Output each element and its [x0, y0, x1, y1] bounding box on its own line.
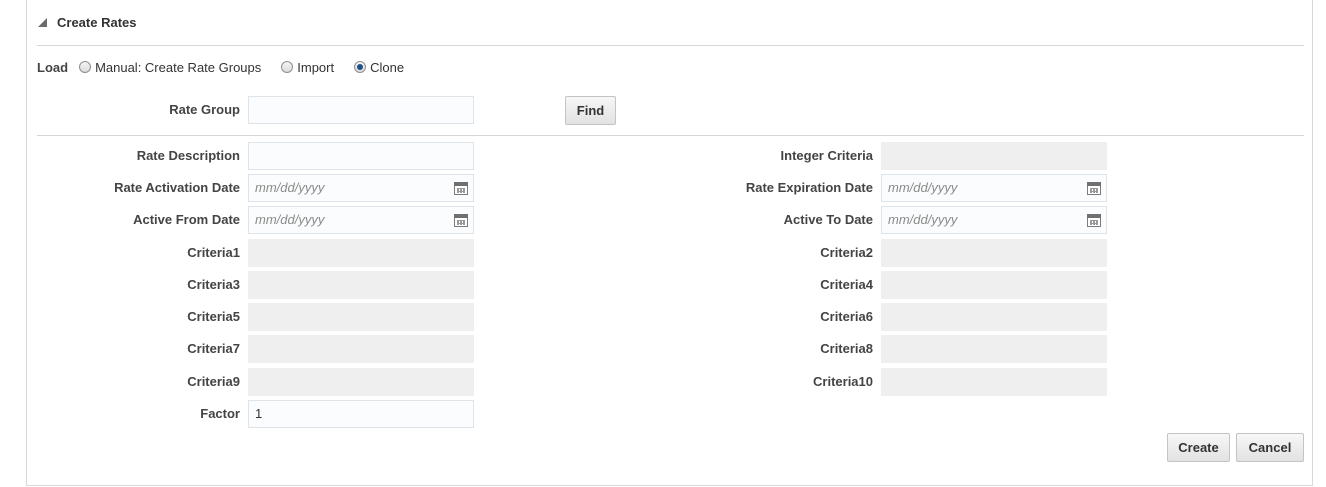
criteria1-field — [248, 239, 474, 267]
integer-criteria-field — [881, 142, 1107, 170]
active-to-date-label: Active To Date — [783, 212, 873, 227]
criteria1-label: Criteria1 — [187, 245, 240, 260]
date-placeholder: mm/dd/yyyy — [255, 212, 325, 227]
calendar-icon[interactable] — [454, 182, 468, 195]
calendar-icon[interactable] — [1087, 182, 1101, 195]
criteria4-field — [881, 271, 1107, 299]
rate-group-label: Rate Group — [169, 102, 240, 117]
criteria8-label: Criteria8 — [820, 341, 873, 356]
criteria9-label: Criteria9 — [187, 374, 240, 389]
criteria7-label: Criteria7 — [187, 341, 240, 356]
load-label: Load — [37, 59, 69, 75]
criteria3-label: Criteria3 — [187, 277, 240, 292]
criteria7-field — [248, 335, 474, 363]
rate-expiration-date-label: Rate Expiration Date — [745, 180, 873, 195]
active-from-date-input[interactable]: mm/dd/yyyy — [248, 206, 474, 234]
criteria4-label: Criteria4 — [820, 277, 873, 292]
calendar-icon[interactable] — [1087, 214, 1101, 227]
radio-manual-button[interactable] — [79, 61, 92, 73]
collapse-triangle-icon[interactable] — [38, 18, 47, 27]
radio-import-label: Import — [297, 59, 335, 75]
find-button[interactable]: Find — [565, 96, 616, 125]
radio-clone-button[interactable] — [354, 61, 367, 73]
date-placeholder: mm/dd/yyyy — [255, 180, 325, 195]
criteria5-field — [248, 303, 474, 331]
radio-import[interactable]: Import — [281, 60, 334, 75]
section-title: Create Rates — [57, 14, 137, 30]
criteria2-field — [881, 239, 1107, 267]
criteria6-field — [881, 303, 1107, 331]
rate-expiration-date-input[interactable]: mm/dd/yyyy — [881, 174, 1107, 202]
criteria5-label: Criteria5 — [187, 309, 240, 324]
cancel-button[interactable]: Cancel — [1236, 433, 1304, 462]
integer-criteria-label: Integer Criteria — [780, 148, 873, 163]
radio-import-button[interactable] — [281, 61, 294, 73]
radio-clone[interactable]: Clone — [354, 60, 404, 75]
divider — [37, 45, 1304, 46]
criteria3-field — [248, 271, 474, 299]
rate-activation-date-input[interactable]: mm/dd/yyyy — [248, 174, 474, 202]
radio-manual-label: Manual: Create Rate Groups — [95, 59, 262, 75]
factor-input[interactable]: 1 — [248, 400, 474, 428]
date-placeholder: mm/dd/yyyy — [888, 180, 958, 195]
create-button[interactable]: Create — [1167, 433, 1230, 462]
active-from-date-label: Active From Date — [133, 212, 240, 227]
criteria10-field — [881, 368, 1107, 396]
criteria10-label: Criteria10 — [813, 374, 873, 389]
divider — [37, 135, 1304, 136]
radio-clone-label: Clone — [370, 59, 405, 75]
factor-label: Factor — [200, 406, 240, 421]
calendar-icon[interactable] — [454, 214, 468, 227]
date-placeholder: mm/dd/yyyy — [888, 212, 958, 227]
radio-manual[interactable]: Manual: Create Rate Groups — [79, 60, 261, 75]
rate-description-label: Rate Description — [136, 148, 240, 163]
section-header[interactable]: Create Rates — [38, 13, 137, 31]
load-options: Load Manual: Create Rate Groups Import C… — [37, 58, 424, 76]
rate-group-input[interactable] — [248, 96, 474, 124]
rate-description-input[interactable] — [248, 142, 474, 170]
criteria6-label: Criteria6 — [820, 309, 873, 324]
criteria8-field — [881, 335, 1107, 363]
criteria9-field — [248, 368, 474, 396]
criteria2-label: Criteria2 — [820, 245, 873, 260]
active-to-date-input[interactable]: mm/dd/yyyy — [881, 206, 1107, 234]
rate-activation-date-label: Rate Activation Date — [114, 180, 240, 195]
